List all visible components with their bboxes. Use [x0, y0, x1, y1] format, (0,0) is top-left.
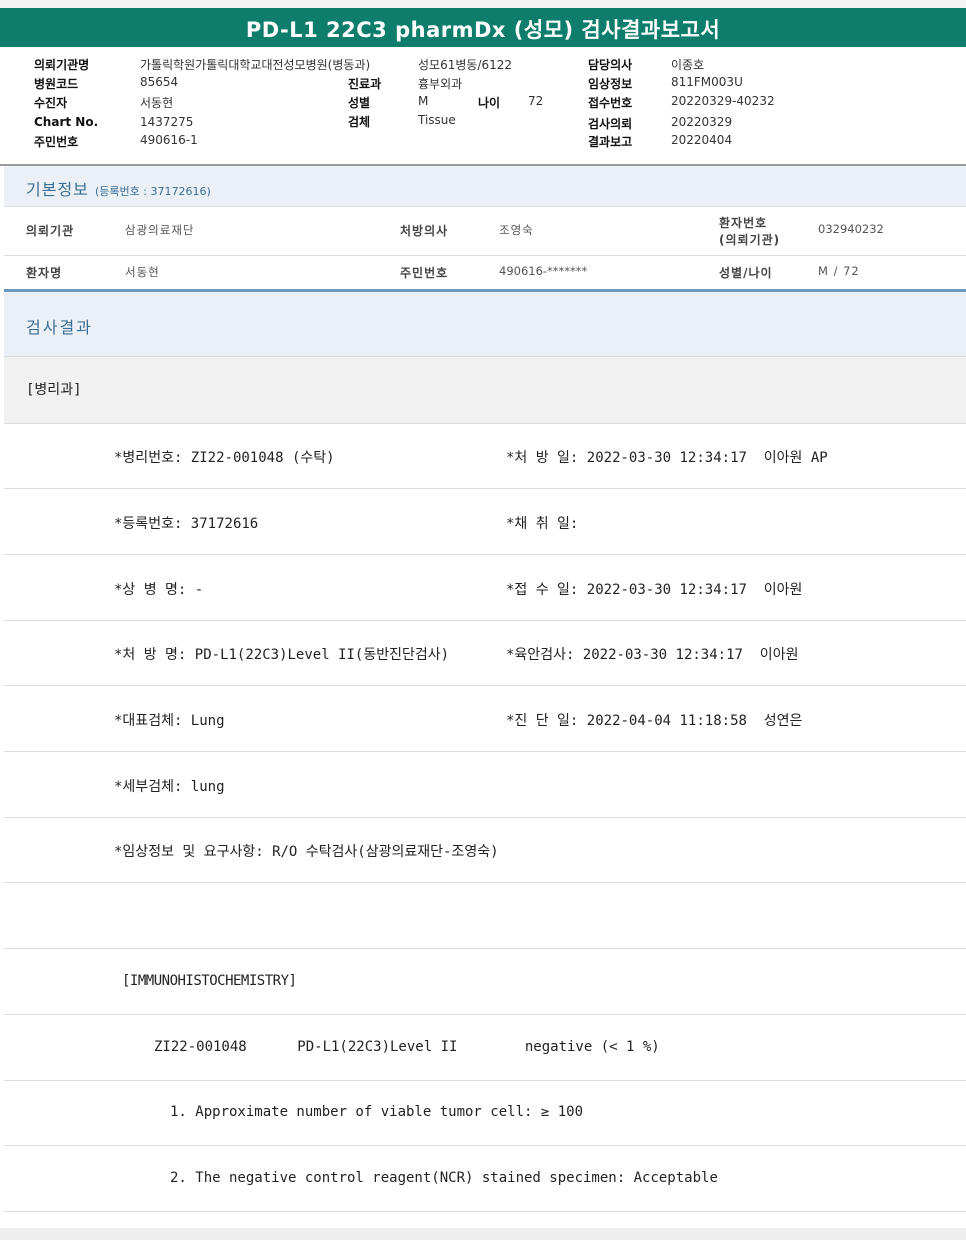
department-row: [병리과]	[4, 357, 966, 424]
rrn-label: 주민번호	[34, 135, 79, 149]
result-row-2: *등록번호: 37172616 *채 취 일:	[4, 489, 966, 555]
result-row-ihc-result: ZI22-001048 PD-L1(22C3)Level II negative…	[4, 1015, 966, 1081]
ward-value: 성모61병동/6122	[418, 58, 513, 72]
hospital-code-value: 85654	[140, 75, 179, 89]
name-value: 서동현	[125, 265, 160, 279]
result-heading: 검사결과	[26, 318, 93, 337]
report-title: PD-L1 22C3 pharmDx (성모) 검사결과보고서	[245, 18, 721, 42]
request-date-value: 20220329	[671, 115, 733, 129]
patient-label: 수진자	[34, 96, 68, 110]
dept-value: 흉부외과	[418, 77, 463, 91]
order-name: *처 방 명: PD-L1(22C3)Level II(동반진단검사)	[114, 647, 450, 663]
prescriber-value: 조영숙	[499, 223, 534, 237]
registration-no: *등록번호: 37172616	[114, 516, 259, 532]
result-row-4: *처 방 명: PD-L1(22C3)Level II(동반진단검사) *육안검…	[4, 620, 966, 686]
result-row-6: *세부검체: lung	[4, 752, 966, 818]
ihc-note-1: 1. Approximate number of viable tumor ce…	[170, 1104, 584, 1120]
detail-specimen: *세부검체: lung	[114, 779, 225, 795]
age-label: 나이	[478, 96, 501, 110]
sex-age-label: 성별/나이	[719, 266, 773, 280]
collection-date: *채 취 일:	[506, 516, 579, 532]
receipt-no-value: 20220329-40232	[671, 94, 775, 108]
request-date-label: 검사의뢰	[588, 117, 633, 131]
clinical-request: *임상정보 및 요구사항: R/O 수탁검사(삼광의료재단-조영숙)	[114, 844, 499, 860]
chart-no-value: 1437275	[140, 115, 194, 129]
specimen-value: Tissue	[418, 113, 456, 127]
registration-number: (등록번호 : 37172616)	[94, 185, 211, 198]
sex-label: 성별	[348, 96, 371, 110]
pathology-no: *병리번호: ZI22-001048 (수탁)	[114, 450, 335, 466]
result-row-1: *병리번호: ZI22-001048 (수탁) *처 방 일: 2022-03-…	[4, 423, 966, 489]
rrn-value: 490616-1	[140, 133, 198, 147]
report-date-value: 20220404	[671, 133, 733, 147]
sex-age-value: M / 72	[818, 264, 860, 278]
result-row-5: *대표검체: Lung *진 단 일: 2022-04-04 11:18:58 …	[4, 686, 966, 752]
request-org-value: 가톨릭학원가톨릭대학교대전성모병원(병동과)	[140, 58, 371, 72]
patient-no-value: 032940232	[818, 222, 884, 236]
patient-no-sublabel: (의뢰기관)	[719, 233, 781, 247]
age-value: 72	[528, 94, 544, 108]
receipt-no-label: 접수번호	[588, 96, 633, 110]
basic-info-heading: 기본정보 (등록번호 : 37172616)	[26, 176, 211, 200]
sex-value: M	[418, 94, 429, 108]
patient-no-label: 환자번호	[719, 216, 768, 230]
ihc-heading: [IMMUNOHISTOCHEMISTRY]	[122, 973, 297, 989]
doctor-value: 이종호	[671, 58, 705, 72]
result-row-3: *상 병 명: - *접 수 일: 2022-03-30 12:34:17 이아…	[4, 555, 966, 621]
result-row-ihc-heading: [IMMUNOHISTOCHEMISTRY]	[4, 949, 966, 1015]
receipt-date: *접 수 일: 2022-03-30 12:34:17 이아원	[506, 582, 803, 598]
request-org-label: 의뢰기관명	[34, 58, 90, 72]
rrn-masked-label: 주민번호	[400, 266, 449, 280]
org-label: 의뢰기관	[26, 224, 75, 238]
order-date: *처 방 일: 2022-03-30 12:34:17 이아원 AP	[506, 450, 828, 466]
result-row-note-1: 1. Approximate number of viable tumor ce…	[4, 1080, 966, 1146]
report-header: 의뢰기관명 가톨릭학원가톨릭대학교대전성모병원(병동과) 성모61병동/6122…	[0, 47, 966, 166]
main-specimen: *대표검체: Lung	[114, 713, 225, 729]
report-date-label: 결과보고	[588, 135, 633, 149]
ihc-note-2: 2. The negative control reagent(NCR) sta…	[170, 1170, 718, 1186]
gross-exam: *육안검사: 2022-03-30 12:34:17 이아원	[506, 647, 799, 663]
hospital-code-label: 병원코드	[34, 77, 79, 91]
ihc-result: ZI22-001048 PD-L1(22C3)Level II negative…	[154, 1039, 660, 1055]
basic-info-heading-bar: 기본정보 (등록번호 : 37172616)	[4, 166, 966, 207]
chart-no-label: Chart No.	[34, 115, 99, 129]
clinical-value: 811FM003U	[671, 75, 743, 89]
specimen-label: 검체	[348, 115, 371, 129]
clinical-label: 임상정보	[588, 77, 633, 91]
page-footer	[0, 1228, 966, 1240]
patient-value: 서동현	[140, 96, 174, 110]
department-tag: [병리과]	[26, 382, 82, 398]
prescriber-label: 처방의사	[400, 224, 449, 238]
basic-info-row-2: 환자명 서동현 주민번호 490616-******* 성별/나이 M / 72	[4, 256, 966, 289]
rrn-masked-value: 490616-*******	[499, 264, 588, 278]
dept-label: 진료과	[348, 77, 382, 91]
result-row-7: *임상정보 및 요구사항: R/O 수탁검사(삼광의료재단-조영숙)	[4, 817, 966, 883]
org-value: 삼광의료재단	[125, 223, 195, 237]
result-row-empty	[4, 883, 966, 949]
name-label: 환자명	[26, 266, 63, 280]
diagnosis-date: *진 단 일: 2022-04-04 11:18:58 성연은	[506, 713, 803, 729]
doctor-label: 담당의사	[588, 58, 633, 72]
basic-info-row-1: 의뢰기관 삼광의료재단 처방의사 조영숙 환자번호 (의뢰기관) 0329402…	[4, 206, 966, 256]
result-heading-bar: 검사결과	[4, 289, 966, 357]
report-title-bar: PD-L1 22C3 pharmDx (성모) 검사결과보고서	[0, 0, 966, 47]
basic-info-title: 기본정보	[26, 180, 89, 199]
result-row-note-2: 2. The negative control reagent(NCR) sta…	[4, 1146, 966, 1212]
diagnosis-name: *상 병 명: -	[114, 582, 204, 598]
